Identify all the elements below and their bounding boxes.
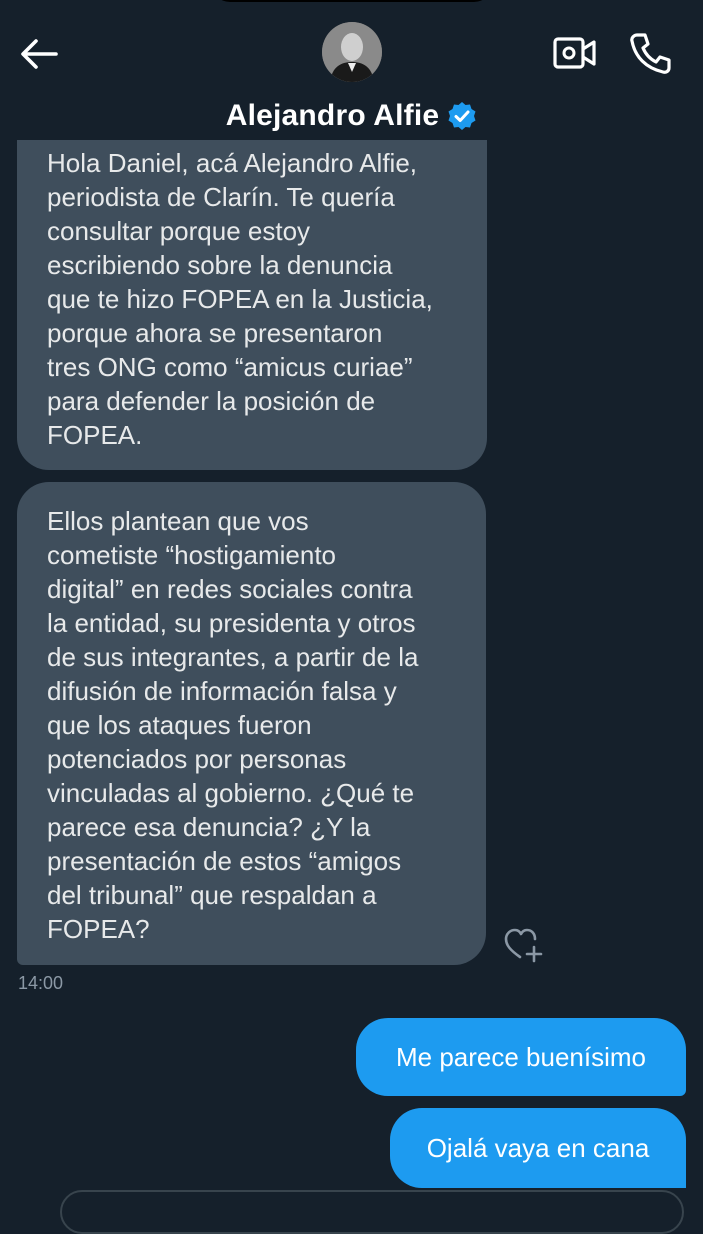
- voice-call-button[interactable]: [628, 31, 672, 75]
- contact-name: Alejandro Alfie: [225, 99, 440, 132]
- video-call-icon: [553, 37, 596, 69]
- avatar[interactable]: [322, 22, 382, 82]
- message-composer[interactable]: [60, 1190, 684, 1234]
- video-call-button[interactable]: [552, 33, 598, 73]
- heart-plus-icon: [504, 928, 543, 963]
- verified-badge-icon: [447, 101, 477, 131]
- phone-icon: [630, 33, 671, 74]
- incoming-message[interactable]: Hola Daniel, acá Alejandro Alfie, period…: [17, 110, 487, 470]
- back-arrow-icon: [21, 39, 58, 69]
- outgoing-message[interactable]: Me parece buenísimo: [356, 1018, 686, 1096]
- back-button[interactable]: [18, 34, 60, 74]
- conversation-header: Alejandro Alfie: [0, 0, 703, 140]
- outgoing-message[interactable]: Ojalá vaya en cana: [390, 1108, 686, 1188]
- profile-photo: [322, 22, 382, 82]
- conversation-thread: Hola Daniel, acá Alejandro Alfie, period…: [0, 0, 703, 1234]
- message-timestamp: 14:00: [18, 973, 64, 993]
- device-notch: [212, 0, 492, 2]
- add-reaction-button[interactable]: [504, 927, 544, 963]
- contact-title[interactable]: Alejandro Alfie: [0, 96, 703, 136]
- incoming-message[interactable]: Ellos plantean que vos cometiste “hostig…: [17, 482, 486, 965]
